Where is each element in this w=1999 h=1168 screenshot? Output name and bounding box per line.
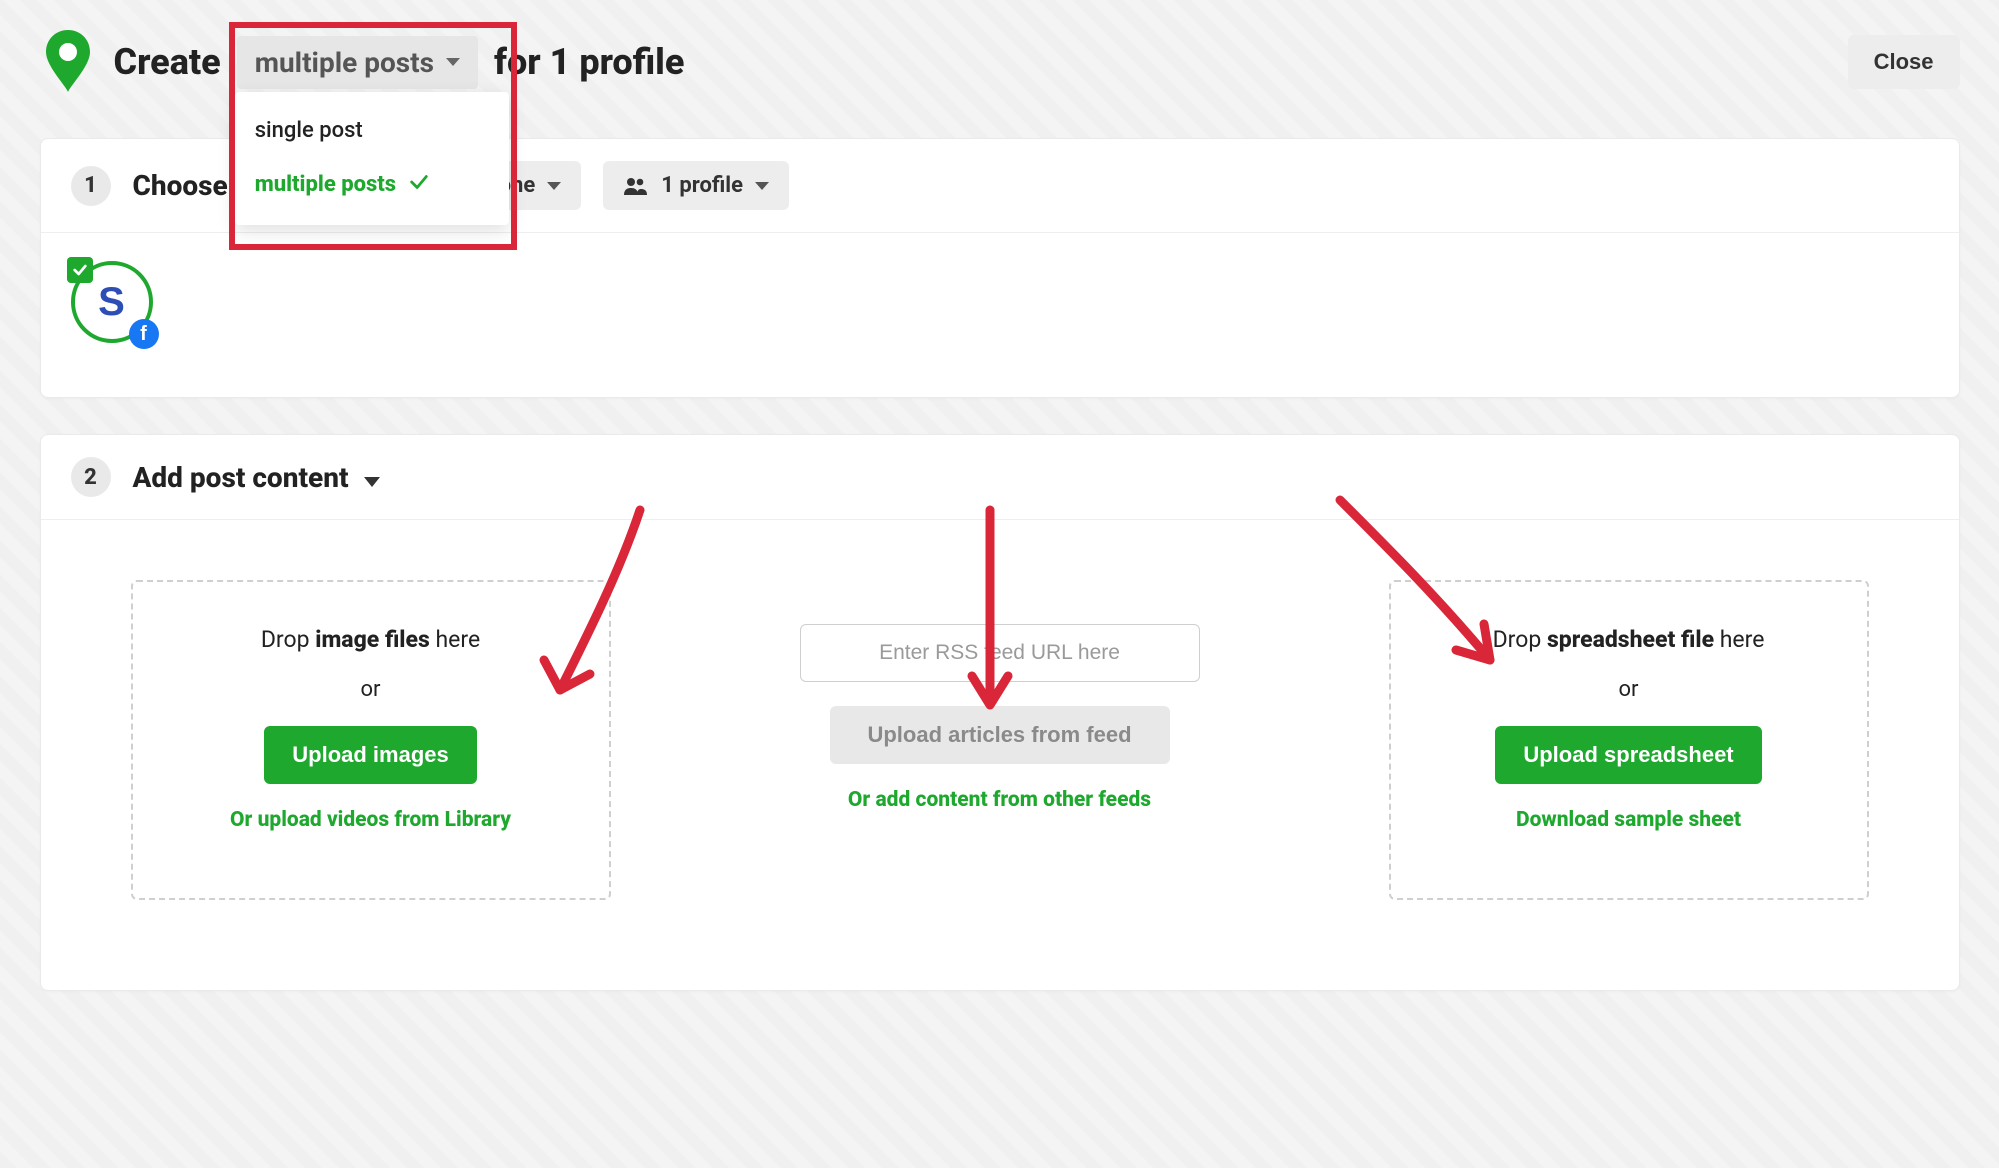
step2-card: 2 Add post content Drop image files here… <box>40 434 1960 991</box>
download-sample-link[interactable]: Download sample sheet <box>1516 808 1741 832</box>
title-create: Create <box>114 41 221 83</box>
step1-badge: 1 <box>71 166 111 206</box>
caret-down-icon <box>547 182 561 190</box>
caret-down-icon <box>755 182 769 190</box>
upload-articles-button[interactable]: Upload articles from feed <box>830 706 1170 764</box>
step2-title: Add post content <box>133 461 380 494</box>
dropdown-option-multiple-label: multiple posts <box>255 172 396 197</box>
app-logo-icon <box>40 28 96 96</box>
upload-videos-link[interactable]: Or upload videos from Library <box>230 808 511 832</box>
drop-spreadsheet-pane[interactable]: Drop spreadsheet file here or Upload spr… <box>1389 580 1869 900</box>
people-icon <box>623 176 649 196</box>
chevron-down-icon <box>364 477 380 487</box>
facebook-badge-icon: f <box>129 319 159 349</box>
drop-spreadsheet-text: Drop spreadsheet file here <box>1493 626 1765 653</box>
dropdown-option-multiple[interactable]: multiple posts <box>235 157 509 213</box>
rss-pane: Upload articles from feed Or add content… <box>760 580 1240 900</box>
profile-selected-check-icon <box>67 257 93 283</box>
rss-url-input[interactable] <box>800 624 1200 682</box>
step2-header[interactable]: 2 Add post content <box>41 435 1959 520</box>
profiles-selector-label: 1 profile <box>661 173 743 198</box>
dropdown-option-single[interactable]: single post <box>235 104 509 157</box>
page-header: Create multiple posts single post multip… <box>30 20 1970 126</box>
drop-images-text: Drop image files here <box>261 626 480 653</box>
close-button[interactable]: Close <box>1848 35 1960 89</box>
images-or: or <box>360 677 380 702</box>
profiles-selector[interactable]: 1 profile <box>603 161 789 210</box>
check-icon <box>408 171 430 199</box>
caret-down-icon <box>446 58 460 66</box>
upload-images-button[interactable]: Upload images <box>264 726 476 784</box>
upload-spreadsheet-button[interactable]: Upload spreadsheet <box>1495 726 1761 784</box>
step2-badge: 2 <box>71 457 111 497</box>
dropdown-option-single-label: single post <box>255 118 363 143</box>
title-for: for 1 profile <box>494 41 684 83</box>
drop-images-pane[interactable]: Drop image files here or Upload images O… <box>131 580 611 900</box>
post-mode-dropdown-menu: single post multiple posts <box>235 92 509 225</box>
other-feeds-link[interactable]: Or add content from other feeds <box>848 788 1151 812</box>
post-mode-dropdown-label: multiple posts <box>255 46 434 79</box>
sheet-or: or <box>1618 677 1638 702</box>
profile-initial: S <box>98 280 125 325</box>
post-mode-dropdown-trigger[interactable]: multiple posts <box>237 36 478 89</box>
profile-avatar[interactable]: S f <box>71 261 157 347</box>
